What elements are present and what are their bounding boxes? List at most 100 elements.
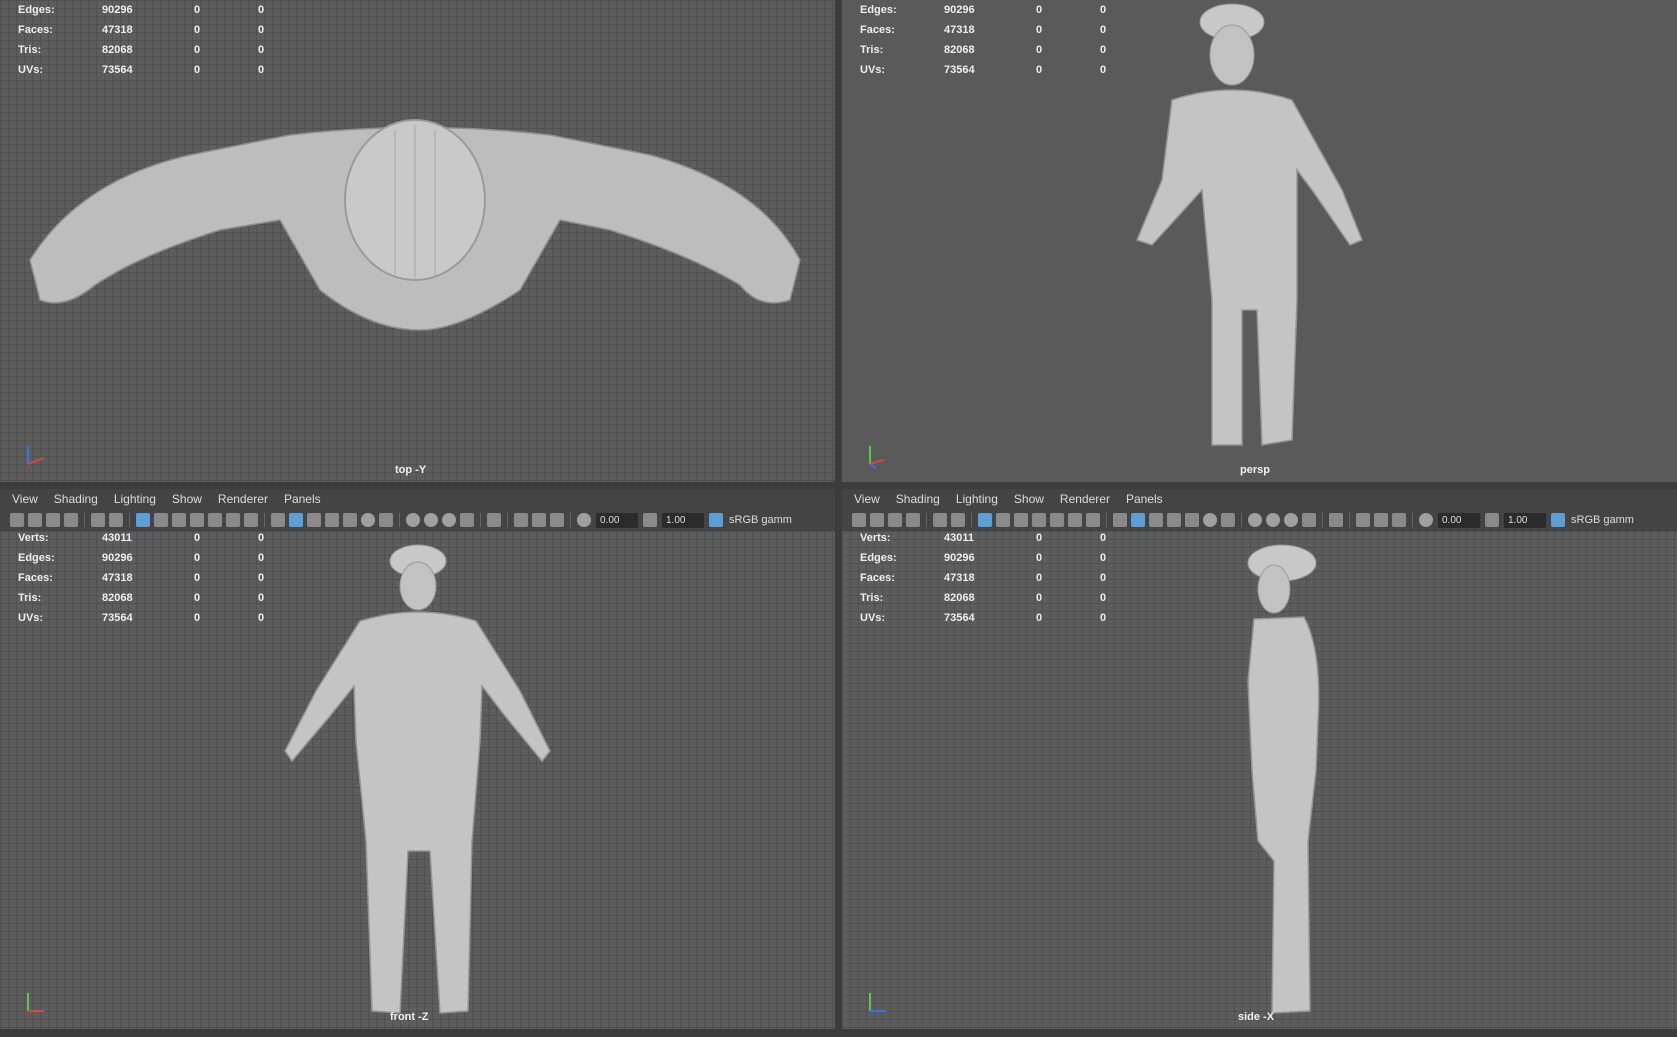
grid-icon[interactable] <box>136 513 150 527</box>
textured-icon[interactable] <box>1185 513 1199 527</box>
gamma-icon[interactable] <box>643 513 657 527</box>
menu-lighting[interactable]: Lighting <box>114 492 156 506</box>
wireframe-on-shaded-icon[interactable] <box>325 513 339 527</box>
pencil-icon[interactable] <box>91 513 105 527</box>
menu-panels[interactable]: Panels <box>284 492 321 506</box>
film-gate-icon[interactable] <box>154 513 168 527</box>
toolbar-separator <box>264 513 265 527</box>
xray-icon[interactable] <box>514 513 528 527</box>
shadows-icon[interactable] <box>1221 513 1235 527</box>
menu-lighting[interactable]: Lighting <box>956 492 998 506</box>
pencil-icon[interactable] <box>933 513 947 527</box>
camera-icon[interactable] <box>10 513 24 527</box>
toolbar-separator <box>1349 513 1350 527</box>
bookmark-icon[interactable] <box>46 513 60 527</box>
grid-icon[interactable] <box>978 513 992 527</box>
light-icon[interactable] <box>1203 513 1217 527</box>
xray-joints-icon[interactable] <box>532 513 546 527</box>
axis-gizmo <box>869 993 886 1012</box>
menu-show[interactable]: Show <box>172 492 202 506</box>
colorspace-label[interactable]: sRGB gamm <box>729 514 792 526</box>
gate-mask-icon[interactable] <box>1032 513 1046 527</box>
xray-icon[interactable] <box>1356 513 1370 527</box>
viewport-persp[interactable]: Edges: 90296 0 0 Faces: 47318 0 0 Tris: 82068 0 0… <box>842 0 1677 482</box>
toolbar-separator <box>971 513 972 527</box>
grease-pencil-icon[interactable] <box>951 513 965 527</box>
viewport-menu-bar: View Shading Lighting Show Renderer Pane… <box>0 489 835 509</box>
character-model-persp-view[interactable] <box>1062 0 1422 482</box>
menu-view[interactable]: View <box>854 492 880 506</box>
xray-components-icon[interactable] <box>1392 513 1406 527</box>
viewport-toolbar: 0.00 1.00 sRGB gamm <box>842 509 1677 531</box>
default-material-icon[interactable] <box>1149 513 1163 527</box>
isolate-icon[interactable] <box>487 513 501 527</box>
wireframe-icon[interactable] <box>1113 513 1127 527</box>
colorspace-label[interactable]: sRGB gamm <box>1571 514 1634 526</box>
toolbar-separator <box>1106 513 1107 527</box>
motion-blur-icon[interactable] <box>1266 513 1280 527</box>
exposure-field[interactable]: 0.00 <box>596 512 638 528</box>
film-gate-icon[interactable] <box>996 513 1010 527</box>
menu-renderer[interactable]: Renderer <box>1060 492 1110 506</box>
camera-attributes-icon[interactable] <box>28 513 42 527</box>
gamma-icon[interactable] <box>1485 513 1499 527</box>
ambient-occlusion-icon[interactable] <box>1248 513 1262 527</box>
colorspace-icon[interactable] <box>709 513 723 527</box>
viewport-side[interactable]: Verts: 43011 0 0 Edges: 90296 0 0 Faces: 47318 0… <box>842 531 1677 1029</box>
safe-action-icon[interactable] <box>226 513 240 527</box>
motion-blur-icon[interactable] <box>424 513 438 527</box>
wireframe-icon[interactable] <box>271 513 285 527</box>
character-model-front-view[interactable] <box>250 541 580 1021</box>
depth-of-field-icon[interactable] <box>1302 513 1316 527</box>
character-model-top-view[interactable] <box>0 110 835 350</box>
resolution-gate-icon[interactable] <box>1014 513 1028 527</box>
gate-mask-icon[interactable] <box>190 513 204 527</box>
camera-label-top: top -Y <box>395 464 427 476</box>
gamma-field[interactable]: 1.00 <box>1504 512 1546 528</box>
resolution-gate-icon[interactable] <box>172 513 186 527</box>
image-plane-icon[interactable] <box>906 513 920 527</box>
safe-title-icon[interactable] <box>1086 513 1100 527</box>
shadows-icon[interactable] <box>379 513 393 527</box>
field-chart-icon[interactable] <box>208 513 222 527</box>
xray-joints-icon[interactable] <box>1374 513 1388 527</box>
safe-action-icon[interactable] <box>1068 513 1082 527</box>
wireframe-on-shaded-icon[interactable] <box>1167 513 1181 527</box>
camera-label-front: front -Z <box>390 1011 429 1023</box>
depth-of-field-icon[interactable] <box>460 513 474 527</box>
xray-components-icon[interactable] <box>550 513 564 527</box>
colorspace-icon[interactable] <box>1551 513 1565 527</box>
default-material-icon[interactable] <box>307 513 321 527</box>
smooth-shade-icon[interactable] <box>1131 513 1145 527</box>
light-icon[interactable] <box>361 513 375 527</box>
smooth-shade-icon[interactable] <box>289 513 303 527</box>
exposure-field[interactable]: 0.00 <box>1438 512 1480 528</box>
ambient-occlusion-icon[interactable] <box>406 513 420 527</box>
camera-icon[interactable] <box>852 513 866 527</box>
field-chart-icon[interactable] <box>1050 513 1064 527</box>
menu-renderer[interactable]: Renderer <box>218 492 268 506</box>
exposure-icon[interactable] <box>577 513 591 527</box>
menu-show[interactable]: Show <box>1014 492 1044 506</box>
character-model-side-view[interactable] <box>1212 541 1352 1021</box>
menu-shading[interactable]: Shading <box>54 492 98 506</box>
viewport-front[interactable]: Verts: 43011 0 0 Edges: 90296 0 0 Faces: 47318 0… <box>0 531 835 1029</box>
safe-title-icon[interactable] <box>244 513 258 527</box>
viewport-top[interactable]: Edges: 90296 0 0 Faces: 47318 0 0 Tris: 82068 0 0… <box>0 0 835 482</box>
gamma-field[interactable]: 1.00 <box>662 512 704 528</box>
grease-pencil-icon[interactable] <box>109 513 123 527</box>
image-plane-icon[interactable] <box>64 513 78 527</box>
anti-aliasing-icon[interactable] <box>1284 513 1298 527</box>
camera-attributes-icon[interactable] <box>870 513 884 527</box>
toolbar-separator <box>129 513 130 527</box>
axis-gizmo <box>27 993 44 1012</box>
anti-aliasing-icon[interactable] <box>442 513 456 527</box>
viewport-toolbar: 0.00 1.00 sRGB gamm <box>0 509 835 531</box>
isolate-icon[interactable] <box>1329 513 1343 527</box>
menu-panels[interactable]: Panels <box>1126 492 1163 506</box>
exposure-icon[interactable] <box>1419 513 1433 527</box>
menu-view[interactable]: View <box>12 492 38 506</box>
textured-icon[interactable] <box>343 513 357 527</box>
menu-shading[interactable]: Shading <box>896 492 940 506</box>
bookmark-icon[interactable] <box>888 513 902 527</box>
